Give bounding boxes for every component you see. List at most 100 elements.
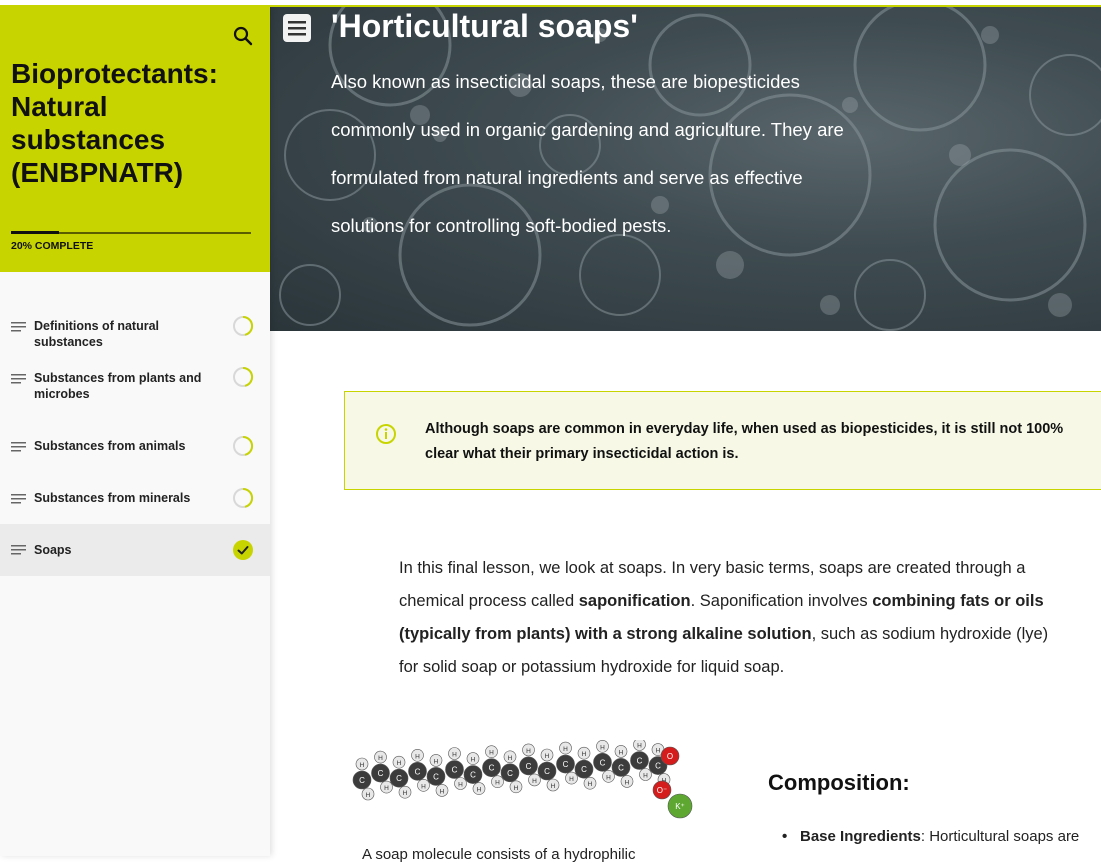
hydrogen-atom: H	[577, 746, 591, 760]
list-icon	[11, 442, 26, 452]
svg-text:H: H	[403, 790, 408, 797]
bold-term: saponification	[578, 592, 691, 610]
sidebar-item-soaps[interactable]: Soaps	[0, 524, 270, 576]
hydrogen-atom: H	[596, 740, 609, 753]
svg-text:H: H	[551, 783, 556, 790]
svg-text:H: H	[643, 773, 648, 780]
svg-text:H: H	[495, 780, 500, 787]
callout-text: Although soaps are common in everyday li…	[425, 421, 1064, 462]
item-term: Base Ingredients	[800, 828, 921, 845]
carbon-atom: C	[389, 768, 409, 788]
svg-text:H: H	[360, 762, 365, 769]
sidebar-item-plants-microbes[interactable]: Substances from plants and microbes	[0, 360, 270, 408]
progress-fill	[11, 231, 59, 234]
svg-text:C: C	[544, 767, 550, 776]
svg-text:C: C	[359, 776, 365, 785]
composition-heading: Composition:	[768, 770, 910, 795]
svg-text:C: C	[581, 765, 587, 774]
sidebar-item-label: Substances from plants and microbes	[34, 371, 202, 401]
hydrogen-atom: H	[380, 780, 393, 794]
svg-text:H: H	[514, 785, 519, 792]
progress-label: 20% COMPLETE	[11, 240, 94, 252]
svg-text:H: H	[532, 778, 537, 785]
svg-text:H: H	[569, 776, 574, 783]
molecule-caption: A soap molecule consists of a hydrophili…	[362, 846, 636, 863]
svg-text:C: C	[396, 774, 402, 783]
hydrogen-atom: H	[528, 773, 541, 787]
list-icon	[11, 374, 26, 384]
soap-molecule-illustration: HHHHHHHHHHHHHHHHHHHHHHHHHHHHHHHHHHCCCCCC…	[352, 740, 693, 819]
progress-ring-icon	[233, 315, 254, 336]
svg-text:H: H	[588, 781, 593, 788]
menu-toggle-button[interactable]	[283, 14, 311, 42]
item-text: : Horticultural soaps are	[920, 828, 1080, 845]
sidebar-item-label: Substances from minerals	[34, 491, 191, 505]
oxygen-atom: O	[660, 746, 680, 766]
lesson-title: 'Horticultural soaps'	[331, 8, 638, 44]
svg-text:C: C	[378, 769, 384, 778]
svg-text:C: C	[618, 763, 624, 772]
svg-text:H: H	[526, 748, 531, 755]
svg-text:O⁻: O⁻	[657, 786, 667, 795]
list-icon	[11, 545, 26, 555]
svg-text:H: H	[415, 753, 420, 760]
svg-text:H: H	[458, 782, 463, 789]
search-button[interactable]	[232, 25, 254, 47]
svg-text:H: H	[384, 785, 389, 792]
svg-text:O: O	[667, 752, 673, 761]
carbon-atom: C	[445, 760, 464, 779]
hydrogen-atom: H	[639, 768, 652, 781]
list-icon	[11, 494, 26, 504]
hydrogen-atom: H	[435, 784, 449, 797]
progress-ring-icon	[233, 435, 254, 456]
sidebar-header: Bioprotectants: Natural substances (ENBP…	[0, 5, 270, 272]
svg-text:H: H	[563, 746, 568, 753]
sidebar-item-label: Definitions of natural substances	[34, 319, 159, 349]
svg-text:C: C	[489, 764, 495, 773]
carbon-atom: C	[500, 763, 520, 783]
svg-text:H: H	[545, 753, 550, 760]
sidebar-item-label: Soaps	[34, 543, 72, 557]
hydrogen-atom: H	[565, 771, 578, 785]
svg-text:C: C	[655, 762, 661, 771]
svg-text:H: H	[452, 752, 457, 759]
svg-text:H: H	[434, 758, 439, 765]
svg-text:H: H	[625, 779, 630, 786]
text-run: . Saponification involves	[690, 592, 873, 610]
svg-text:C: C	[507, 769, 513, 778]
carbon-atom: C	[630, 751, 649, 770]
hydrogen-atom: H	[392, 755, 406, 769]
svg-text:H: H	[600, 744, 605, 751]
progress-ring-icon	[233, 487, 254, 508]
svg-text:C: C	[637, 757, 643, 766]
sidebar-item-animals[interactable]: Substances from animals	[0, 428, 270, 464]
svg-text:C: C	[563, 760, 569, 769]
hydrogen-atom: H	[540, 748, 554, 762]
svg-text:H: H	[477, 787, 482, 794]
sidebar-item-definitions[interactable]: Definitions of natural substances	[0, 308, 270, 349]
svg-text:H: H	[637, 743, 642, 750]
search-icon	[233, 26, 253, 46]
svg-text:H: H	[440, 788, 445, 795]
hydrogen-atom: H	[559, 741, 572, 755]
hydrogen-atom: H	[614, 745, 628, 758]
sidebar-item-label: Substances from animals	[34, 439, 186, 453]
svg-text:C: C	[526, 762, 532, 771]
hydrogen-atom: H	[491, 775, 504, 789]
sidebar-item-minerals[interactable]: Substances from minerals	[0, 480, 270, 516]
hydrogen-atom: H	[546, 778, 560, 792]
hydrogen-atom: H	[454, 777, 467, 790]
carbon-atom: C	[556, 754, 575, 774]
svg-text:C: C	[470, 771, 476, 780]
hydrogen-atom: H	[429, 754, 443, 767]
svg-text:H: H	[619, 749, 624, 756]
hydrogen-atom: H	[522, 743, 535, 757]
svg-text:H: H	[378, 755, 383, 762]
hydrogen-atom: H	[633, 740, 646, 751]
hamburger-icon	[288, 21, 306, 36]
hydrogen-atom: H	[602, 769, 615, 783]
svg-text:H: H	[508, 755, 513, 762]
svg-text:H: H	[489, 750, 494, 757]
carbon-atom: C	[519, 756, 538, 776]
lesson-intro: Also known as insecticidal soaps, these …	[331, 71, 844, 236]
